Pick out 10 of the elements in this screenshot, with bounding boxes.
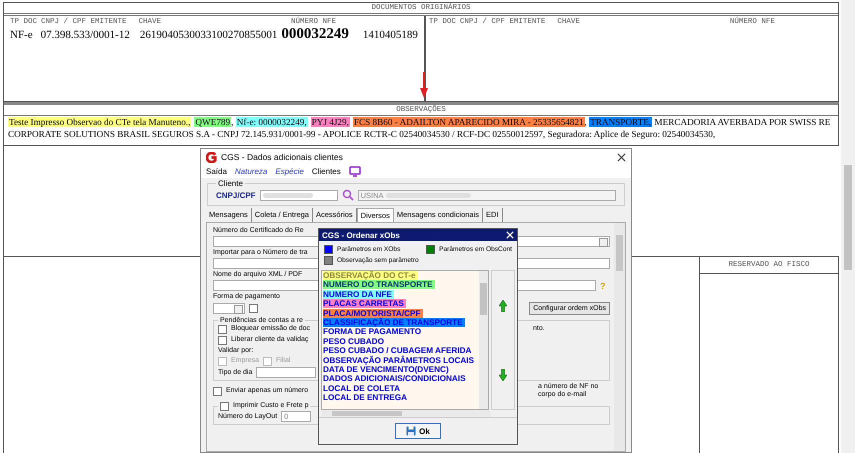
table-cell: 07.398.533/0001-12 bbox=[40, 29, 130, 41]
group-label: Cliente bbox=[217, 179, 244, 188]
observations-text: Teste Impresso Observao do CTe tela Manuteno., QWE789, Nf-e: 0000032249, PYJ 4J29, FCS 8B60 - ADAILTON APARECIDO MIRA - 25335654821, TRANSPORTE, MERCADORIA AVERBADA POR SWISS RE CORPORATE SOLUTIONS BRASIL SEGUROS S.A - CNPJ 72.145.931/0001-99 - APOLICE RCTR-C 02540034530 / RCF-DC 02550012597, Seguradora: Aplice de Seguro: 02540034530, bbox=[8, 117, 832, 140]
window-title: CGS - Dados adicionais clientes bbox=[221, 152, 344, 162]
window-title: CGS - Ordenar xObs bbox=[322, 230, 400, 240]
table-cell: 1410405189 bbox=[362, 29, 418, 41]
table-cell: 2619040530033100270855001 bbox=[140, 29, 278, 41]
table-cell: 000032249 bbox=[281, 26, 349, 43]
field-label: CNPJ/CPF bbox=[216, 190, 256, 200]
table-cell: NF-e bbox=[10, 29, 33, 41]
